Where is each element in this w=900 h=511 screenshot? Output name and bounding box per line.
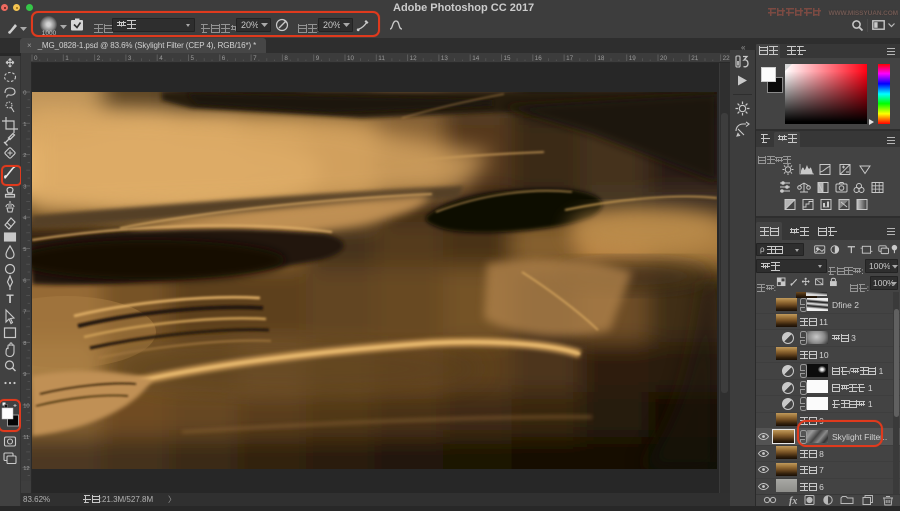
svg-text:8: 8 [23,341,26,347]
svg-text:7: 7 [23,310,26,316]
svg-text:T: T [6,292,14,306]
svg-text:1: 1 [23,122,26,128]
svg-text:5: 5 [191,55,195,62]
svg-text:22: 22 [723,55,730,62]
svg-text:18: 18 [597,55,605,62]
svg-text:10: 10 [23,404,29,410]
svg-text:12: 12 [23,466,29,472]
svg-text:20: 20 [660,55,668,62]
svg-text:0: 0 [34,55,38,62]
svg-text:17: 17 [566,55,574,62]
svg-text:13: 13 [441,55,449,62]
svg-text:19: 19 [629,55,637,62]
svg-text:9: 9 [316,55,320,62]
svg-text:7: 7 [253,55,257,62]
svg-text:15: 15 [504,55,512,62]
svg-text:4: 4 [159,55,163,62]
svg-text:2: 2 [97,55,101,62]
svg-text:11: 11 [378,55,385,62]
svg-text:0: 0 [23,91,26,97]
svg-text:14: 14 [472,55,480,62]
svg-text:3: 3 [128,55,132,62]
svg-text:6: 6 [222,55,226,62]
svg-text:6: 6 [23,278,26,284]
svg-text:3: 3 [23,184,26,190]
svg-text:4: 4 [23,216,27,222]
svg-text:10: 10 [347,55,355,62]
svg-text:9: 9 [23,372,26,378]
svg-text:21: 21 [691,55,699,62]
svg-text:2: 2 [23,153,26,159]
svg-text:11: 11 [23,435,29,441]
svg-text:1: 1 [65,55,69,62]
svg-text:8: 8 [284,55,288,62]
svg-text:16: 16 [535,55,543,62]
svg-text:12: 12 [410,55,418,62]
svg-text:5: 5 [23,247,26,253]
svg-text:fx: fx [789,496,797,506]
